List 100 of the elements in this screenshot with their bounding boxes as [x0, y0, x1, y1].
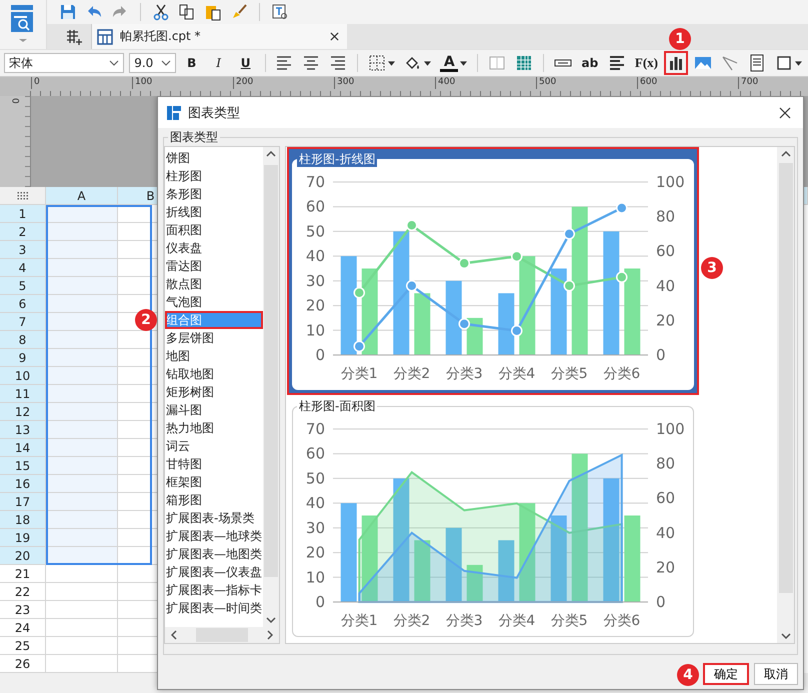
row-header[interactable]: 21 — [0, 565, 46, 583]
grid-cell[interactable] — [46, 385, 118, 403]
scrollbar-thumb[interactable] — [778, 163, 792, 593]
chart-type-item[interactable]: 饼图 — [165, 149, 263, 167]
row-header[interactable]: 9 — [0, 349, 46, 367]
row-header[interactable]: 4 — [0, 259, 46, 277]
row-header[interactable]: 6 — [0, 295, 46, 313]
format-button[interactable]: ab — [580, 54, 599, 72]
chevron-left-icon[interactable] — [171, 630, 177, 640]
image-icon[interactable] — [694, 54, 712, 72]
chevron-up-icon[interactable] — [266, 151, 276, 157]
chart-type-item[interactable]: 钻取地图 — [165, 365, 263, 383]
grid-cell[interactable] — [46, 619, 118, 637]
grid-cell[interactable] — [46, 655, 118, 673]
format-button[interactable]: I — [210, 54, 228, 72]
grid-cell[interactable] — [46, 439, 118, 457]
scissors-icon[interactable] — [152, 3, 170, 21]
cancel-button[interactable]: 取消 — [754, 663, 798, 685]
chart-type-item[interactable]: 词云 — [165, 437, 263, 455]
grid-cell[interactable] — [46, 529, 118, 547]
row-header[interactable]: 23 — [0, 601, 46, 619]
brush-icon[interactable] — [230, 3, 248, 21]
grid-cell[interactable] — [46, 601, 118, 619]
format-button[interactable]: F(x) — [634, 54, 658, 72]
grid-cell[interactable] — [46, 457, 118, 475]
caret-icon[interactable] — [795, 60, 802, 66]
row-header[interactable]: 11 — [0, 385, 46, 403]
chevron-right-icon[interactable] — [267, 630, 273, 640]
align-right-icon[interactable] — [329, 54, 348, 72]
frame-icon[interactable] — [775, 54, 793, 72]
row-header[interactable]: 26 — [0, 655, 46, 673]
chart-type-item[interactable]: 折线图 — [165, 203, 263, 221]
scrollbar[interactable] — [165, 627, 279, 643]
row-header[interactable]: 3 — [0, 241, 46, 259]
chart-type-item[interactable]: 面积图 — [165, 221, 263, 239]
chart-type-item[interactable]: 漏斗图 — [165, 401, 263, 419]
chart-type-item[interactable]: 扩展图表—地球类 — [165, 527, 263, 545]
chevron-down-icon[interactable] — [160, 60, 171, 66]
chart-type-item[interactable]: 框架图 — [165, 473, 263, 491]
grid-cell[interactable] — [46, 475, 118, 493]
grid-cell[interactable] — [46, 241, 118, 259]
paste-icon[interactable] — [204, 3, 222, 21]
scrollbar-thumb[interactable] — [196, 628, 248, 642]
caret-icon[interactable] — [460, 60, 468, 66]
font-color-button[interactable]: A — [440, 54, 458, 72]
chart-type-item[interactable]: 散点图 — [165, 275, 263, 293]
chevron-down-icon[interactable] — [780, 633, 790, 639]
chevron-down-icon[interactable] — [109, 60, 120, 66]
grid-cell[interactable] — [46, 295, 118, 313]
grid-cell[interactable] — [46, 493, 118, 511]
grid-cell[interactable] — [46, 277, 118, 295]
chart-type-item[interactable]: 矩形树图 — [165, 383, 263, 401]
close-icon[interactable] — [330, 32, 339, 41]
scrollbar[interactable] — [263, 147, 279, 627]
row-header[interactable]: 18 — [0, 511, 46, 529]
chart-type-item[interactable]: 柱形图 — [165, 167, 263, 185]
chart-preview-card[interactable]: 柱形图-面积图 0 10 20 30 40 50 60 70 0 20 40 60 80 100 分类1 分类2 分类3 分类4 分类5 分类6 — [289, 396, 697, 640]
caret-icon[interactable] — [424, 60, 432, 66]
chart-type-item[interactable]: 扩展图表—时间类 — [165, 599, 263, 617]
grid-cell[interactable] — [46, 223, 118, 241]
row-header[interactable]: 20 — [0, 547, 46, 565]
chart-type-item[interactable]: 雷达图 — [165, 257, 263, 275]
grid-cell[interactable] — [46, 259, 118, 277]
chart-type-item[interactable]: 地图 — [165, 347, 263, 365]
row-header[interactable]: 17 — [0, 493, 46, 511]
border-icon[interactable] — [368, 54, 386, 72]
grid-cell[interactable] — [46, 403, 118, 421]
preview-icon[interactable] — [271, 3, 289, 21]
row-header[interactable]: 13 — [0, 421, 46, 439]
chart-type-item[interactable]: 扩展图表—仪表盘 — [165, 563, 263, 581]
row-header[interactable]: 7 — [0, 313, 46, 331]
row-header[interactable]: 12 — [0, 403, 46, 421]
close-icon[interactable] — [779, 106, 791, 118]
format-button[interactable]: B — [182, 54, 201, 72]
align-left-icon[interactable] — [275, 54, 294, 72]
chart-type-item[interactable]: 箱形图 — [165, 491, 263, 509]
grid-cell[interactable] — [46, 511, 118, 529]
document-icon[interactable] — [748, 54, 766, 72]
select-all-icon[interactable] — [16, 192, 28, 200]
chevron-up-icon[interactable] — [780, 151, 790, 157]
align-center-icon[interactable] — [302, 54, 320, 72]
format-button[interactable]: U — [236, 54, 255, 72]
slash-line-icon[interactable] — [721, 54, 739, 72]
font-size-dropdown[interactable]: 9.0 — [129, 53, 176, 73]
row-header[interactable]: 5 — [0, 277, 46, 295]
bar-chart-icon[interactable] — [667, 54, 685, 72]
grid-cell[interactable] — [46, 367, 118, 385]
chart-type-item[interactable]: 扩展图表—地图类 — [165, 545, 263, 563]
chart-type-item[interactable]: 扩展图表—指标卡 — [165, 581, 263, 599]
row-header[interactable]: 14 — [0, 439, 46, 457]
row-header[interactable]: 10 — [0, 367, 46, 385]
grid-cell[interactable] — [46, 349, 118, 367]
grid-cell[interactable] — [46, 565, 118, 583]
scrollbar-thumb[interactable] — [264, 165, 278, 577]
grid-cell[interactable] — [46, 637, 118, 655]
merge-cells-icon[interactable] — [488, 54, 506, 72]
row-header[interactable]: 2 — [0, 223, 46, 241]
scrollbar[interactable] — [777, 147, 794, 643]
row-header[interactable]: 24 — [0, 619, 46, 637]
row-header[interactable]: 1 — [0, 205, 46, 223]
